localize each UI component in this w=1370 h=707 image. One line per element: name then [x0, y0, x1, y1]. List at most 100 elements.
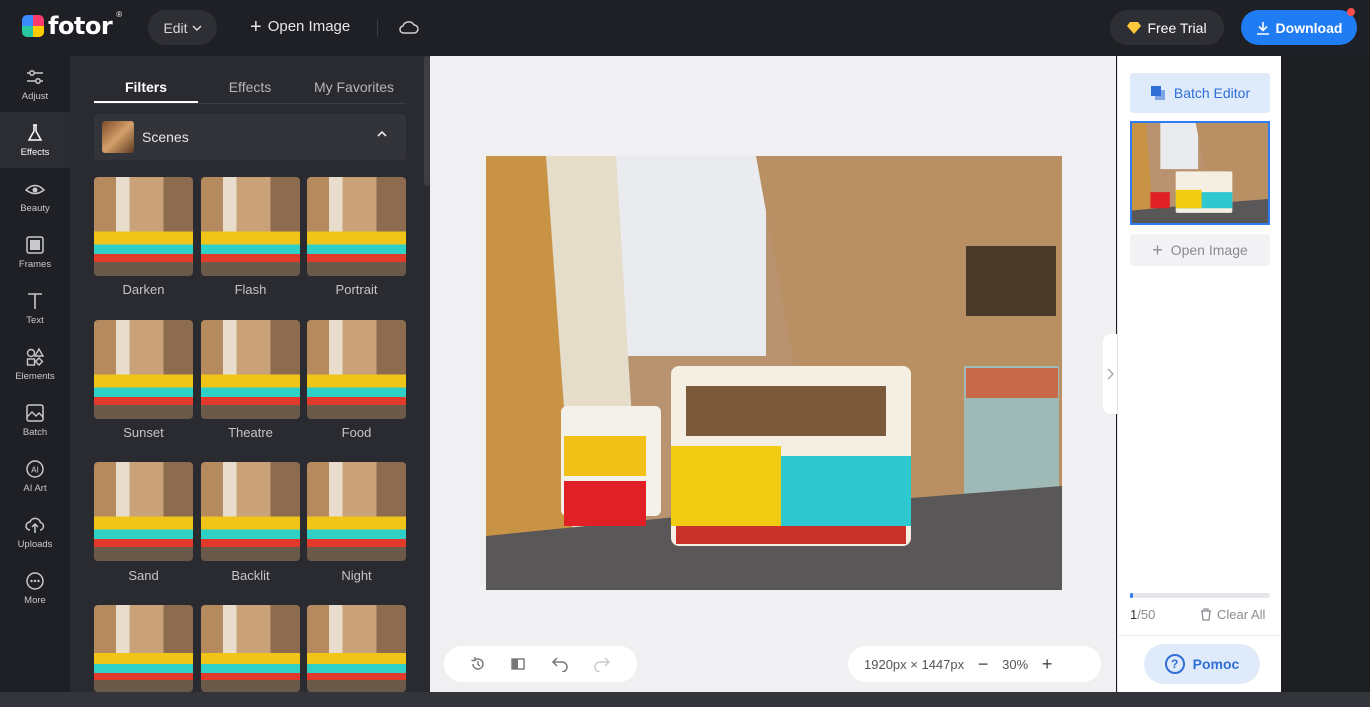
free-trial-button[interactable]: Free Trial: [1110, 10, 1224, 45]
nav-label: Text: [26, 314, 44, 326]
fotor-logo-icon: [22, 15, 44, 37]
image-count-total: /50: [1137, 607, 1156, 622]
batch-panel: Batch Editor + Open Image 1/50 Clear All…: [1117, 56, 1282, 692]
batch-progress-fill: [1130, 593, 1133, 598]
nav-elements[interactable]: Elements: [0, 336, 70, 392]
help-button[interactable]: ? Pomoc: [1144, 644, 1260, 684]
nav-label: Effects: [20, 146, 50, 158]
tab-filters[interactable]: Filters: [94, 72, 198, 103]
filter-thumb-darken[interactable]: [94, 177, 193, 276]
more-icon: [26, 571, 44, 590]
text-icon: [28, 292, 42, 309]
plus-icon: +: [250, 15, 262, 38]
expand-right-panel-handle[interactable]: [1103, 334, 1117, 414]
nav-batch[interactable]: Batch: [0, 392, 70, 448]
divider: [377, 20, 378, 36]
undo-icon[interactable]: [551, 656, 569, 672]
filter-label: Night: [341, 568, 372, 583]
nav-ai-art[interactable]: AI AI Art: [0, 448, 70, 504]
filter-thumb-flash[interactable]: [201, 177, 300, 276]
scenes-thumbnail: [102, 121, 134, 153]
tab-my-favorites[interactable]: My Favorites: [302, 72, 406, 103]
zoom-level[interactable]: 30%: [1002, 657, 1028, 672]
chevron-right-icon: [1107, 368, 1114, 380]
upload-icon: [25, 517, 45, 533]
chevron-up-icon: [377, 130, 387, 137]
download-button[interactable]: Download: [1241, 8, 1357, 45]
filter-thumb-night[interactable]: [307, 462, 406, 561]
filter-label: Darken: [122, 282, 165, 297]
editor-canvas: 1920px × 1447px − 30% +: [430, 56, 1116, 692]
frame-icon: [26, 235, 44, 254]
registered-mark: ®: [116, 10, 123, 19]
filter-label: Flash: [234, 282, 267, 297]
edit-menu-button[interactable]: Edit: [148, 10, 217, 45]
nav-label: AI Art: [23, 482, 47, 494]
batch-progress-bar: [1130, 593, 1270, 598]
chevron-down-icon: [192, 24, 202, 31]
help-area: ? Pomoc: [1118, 635, 1282, 692]
svg-text:AI: AI: [31, 465, 39, 474]
tram-photo-illustration: [486, 156, 1062, 590]
cloud-icon[interactable]: [398, 18, 420, 41]
plus-icon: +: [1152, 239, 1163, 260]
nav-label: Beauty: [20, 202, 50, 214]
compare-icon[interactable]: [510, 656, 526, 672]
batch-icon: [26, 403, 44, 422]
zoom-in-button[interactable]: +: [1038, 654, 1056, 675]
top-bar: fotor ® Edit + Open Image Free Trial Dow…: [0, 0, 1370, 56]
filter-thumb-sand[interactable]: [94, 462, 193, 561]
nav-label: Frames: [18, 258, 52, 270]
flask-icon: [27, 123, 43, 141]
nav-more[interactable]: More: [0, 560, 70, 616]
diamond-icon: [1127, 21, 1142, 34]
batch-editor-button[interactable]: Batch Editor: [1130, 73, 1270, 113]
filter-thumb-food[interactable]: [307, 320, 406, 419]
nav-label: Adjust: [21, 90, 49, 102]
scenes-section-header[interactable]: Scenes: [94, 114, 406, 160]
filter-thumb-sunset[interactable]: [94, 320, 193, 419]
filter-thumb-theatre[interactable]: [201, 320, 300, 419]
image-count: 1/50: [1130, 607, 1155, 622]
help-label: Pomoc: [1192, 656, 1240, 672]
history-icon[interactable]: [470, 656, 486, 672]
question-icon: ?: [1164, 654, 1185, 674]
nav-uploads[interactable]: Uploads: [0, 504, 70, 560]
fotor-logo[interactable]: fotor ®: [22, 10, 123, 40]
clear-all-button[interactable]: Clear All: [1200, 607, 1265, 622]
redo-icon[interactable]: [593, 656, 611, 672]
section-title: Scenes: [142, 129, 189, 145]
nav-effects[interactable]: Effects: [0, 112, 70, 168]
free-trial-label: Free Trial: [1147, 19, 1207, 36]
clear-all-label: Clear All: [1217, 607, 1266, 622]
filter-thumb[interactable]: [201, 605, 300, 692]
bottom-strip: [0, 692, 1370, 707]
selected-image-thumbnail[interactable]: [1130, 121, 1270, 225]
add-image-button[interactable]: + Open Image: [1130, 234, 1270, 266]
nav-label: More: [24, 594, 46, 606]
tab-effects[interactable]: Effects: [198, 72, 302, 103]
filter-label: Sand: [128, 568, 159, 583]
zoom-out-button[interactable]: −: [974, 654, 992, 675]
filter-thumb-portrait[interactable]: [307, 177, 406, 276]
download-icon: [1256, 21, 1269, 35]
sliders-icon: [27, 69, 43, 84]
filter-thumb-backlit[interactable]: [201, 462, 300, 561]
download-label: Download: [1275, 19, 1343, 36]
trash-icon: [1201, 608, 1211, 621]
main-photo[interactable]: [486, 156, 1062, 590]
history-toolbar: [444, 646, 637, 682]
batch-editor-label: Batch Editor: [1173, 85, 1251, 101]
eye-icon: [25, 184, 45, 194]
nav-text[interactable]: Text: [0, 280, 70, 336]
nav-frames[interactable]: Frames: [0, 224, 70, 280]
filter-label: Food: [341, 425, 372, 440]
nav-beauty[interactable]: Beauty: [0, 168, 70, 224]
nav-adjust[interactable]: Adjust: [0, 56, 70, 112]
open-image-button[interactable]: + Open Image: [250, 15, 350, 38]
filter-thumb[interactable]: [94, 605, 193, 692]
brand-name: fotor: [48, 12, 113, 40]
filter-thumb[interactable]: [307, 605, 406, 692]
notification-dot: [1347, 8, 1355, 16]
open-image-label: Open Image: [1170, 242, 1248, 258]
